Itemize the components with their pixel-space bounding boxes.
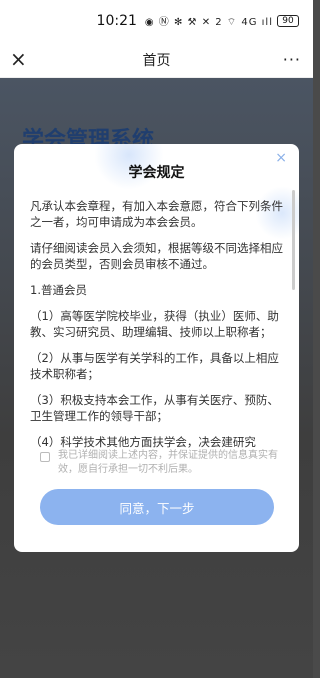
rules-content[interactable]: 凡承认本会章程，有加入本会意愿，符合下列条件之一者，均可申请成为本会会员。 请仔…	[30, 198, 286, 452]
rules-paragraph: （1）高等医学院校毕业，获得（执业）医师、助教、实习研究员、助理编辑、技师以上职…	[30, 309, 279, 339]
rules-modal: 学会规定 × 凡承认本会章程，有加入本会意愿，符合下列条件之一者，均可申请成为本…	[14, 144, 299, 552]
battery-icon: 90	[277, 15, 299, 27]
close-icon[interactable]: ×	[10, 49, 30, 69]
status-bar: 10:21 ◉ Ⓝ ✻ ⚒ ✕ 2 ⌔ 4G ıll 90	[0, 0, 313, 42]
status-icons: ◉ Ⓝ ✻ ⚒ ✕ 2 ⌔ 4G ıll	[144, 17, 273, 28]
status-time: 10:21	[96, 13, 137, 29]
rules-paragraph: 请仔细阅读会员入会须知，根据等级不同选择相应的会员类型，否则会员审核不通过。	[30, 241, 283, 271]
agree-text: 我已详细阅读上述内容，并保证提供的信息真实有效，愿自行承担一切不利后果。	[58, 450, 278, 475]
nav-bar: × 首页 ···	[0, 42, 313, 78]
agree-checkbox[interactable]	[40, 452, 50, 462]
rules-paragraph: （3）积极支持本会工作，从事有关医疗、预防、卫生管理工作的领导干部；	[30, 393, 279, 423]
agree-row[interactable]: 我已详细阅读上述内容，并保证提供的信息真实有效，愿自行承担一切不利后果。	[40, 449, 288, 477]
modal-close-icon[interactable]: ×	[275, 150, 287, 166]
rules-paragraph: 凡承认本会章程，有加入本会意愿，符合下列条件之一者，均可申请成为本会会员。	[30, 199, 283, 229]
more-icon[interactable]: ···	[283, 50, 301, 69]
rules-paragraph: 1.普通会员	[30, 283, 87, 297]
rules-paragraph: （2）从事与医学有关学科的工作，具备以上相应技术职称者；	[30, 351, 279, 381]
content-scrollbar[interactable]	[292, 190, 295, 290]
rules-paragraph: （4）科学技术其他方面扶学会，决会建研究	[30, 435, 256, 449]
modal-title: 学会规定	[128, 165, 185, 181]
agree-next-button[interactable]: 同意，下一步	[40, 489, 274, 525]
page-title: 首页	[142, 52, 171, 69]
